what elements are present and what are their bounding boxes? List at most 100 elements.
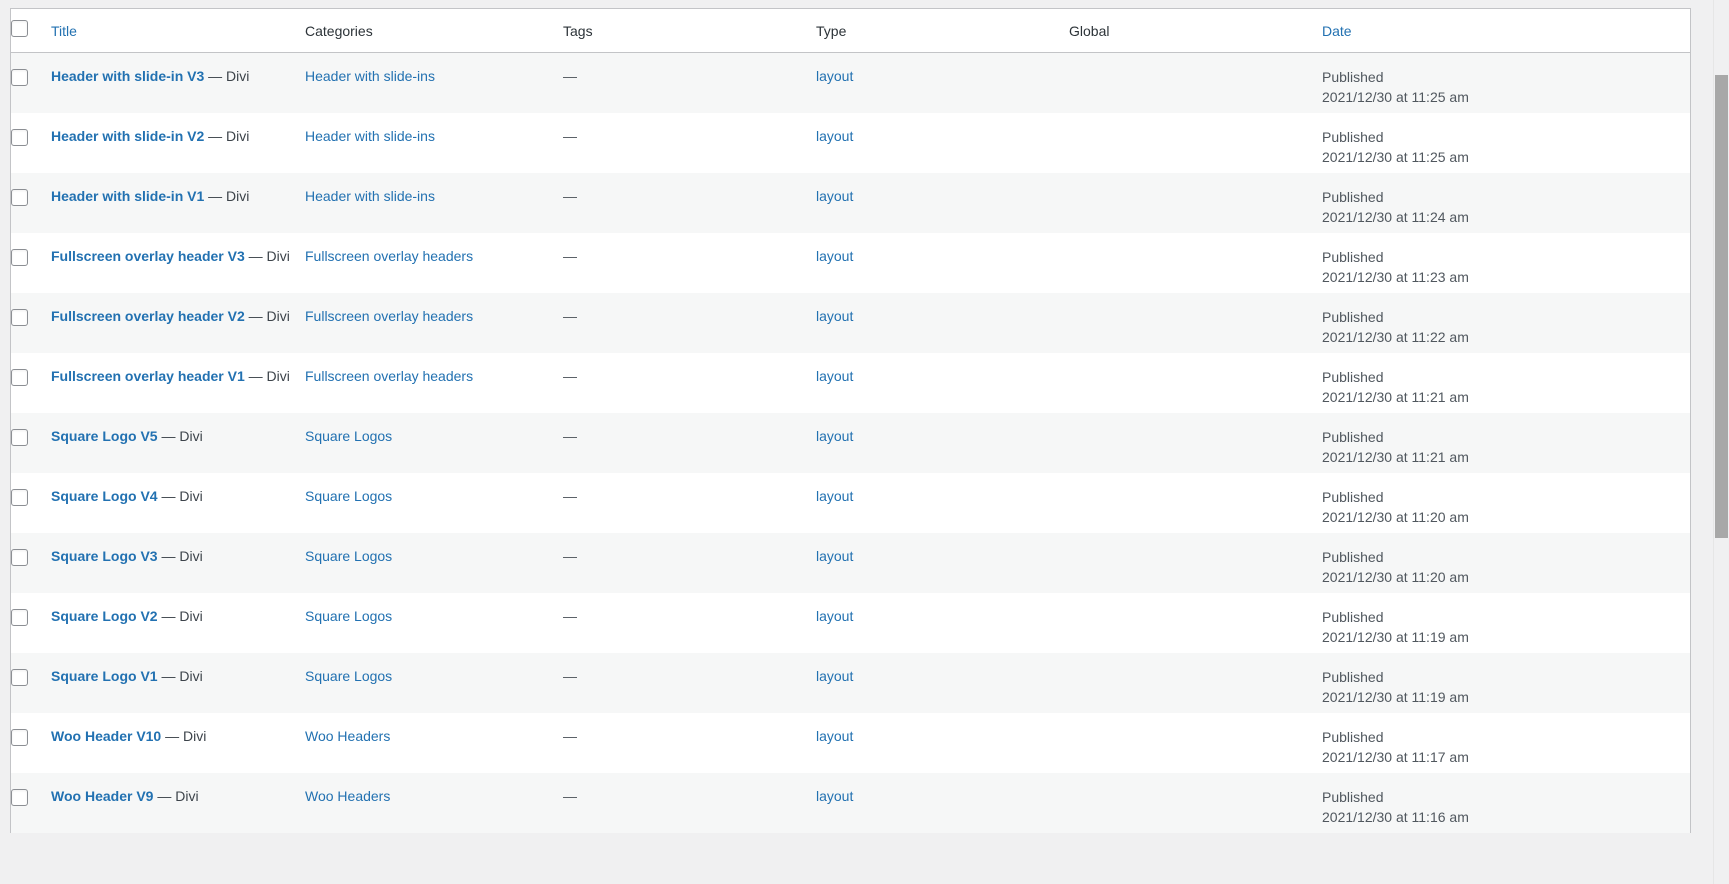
row-tags-empty: —	[563, 548, 577, 564]
table-row[interactable]: Square Logo V2 — DiviSquare Logos—layout…	[11, 593, 1690, 653]
row-select-checkbox[interactable]	[11, 249, 28, 266]
row-category-link[interactable]: Square Logos	[305, 608, 392, 624]
table-row[interactable]: Woo Header V10 — DiviWoo Headers—layoutP…	[11, 713, 1690, 773]
row-select-checkbox[interactable]	[11, 549, 28, 566]
row-type-link[interactable]: layout	[816, 128, 853, 144]
row-tags-empty: —	[563, 68, 577, 84]
row-category-link[interactable]: Fullscreen overlay headers	[305, 368, 473, 384]
column-header-date-link[interactable]: Date	[1322, 23, 1352, 39]
row-category-link[interactable]: Fullscreen overlay headers	[305, 248, 473, 264]
row-select-checkbox[interactable]	[11, 429, 28, 446]
row-title-link[interactable]: Fullscreen overlay header V3	[51, 248, 245, 264]
row-category-link[interactable]: Header with slide-ins	[305, 188, 435, 204]
row-select-checkbox[interactable]	[11, 609, 28, 626]
row-global-cell	[1069, 773, 1322, 833]
row-select-cell	[11, 593, 51, 653]
row-global-cell	[1069, 353, 1322, 413]
row-title: Square Logo V1 — Divi	[51, 668, 203, 684]
row-date-timestamp: 2021/12/30 at 11:17 am	[1322, 747, 1690, 767]
row-type-link[interactable]: layout	[816, 548, 853, 564]
select-all-checkbox[interactable]	[11, 20, 28, 37]
row-select-checkbox[interactable]	[11, 189, 28, 206]
row-type-link[interactable]: layout	[816, 488, 853, 504]
row-title-link[interactable]: Woo Header V10	[51, 728, 161, 744]
row-type-link[interactable]: layout	[816, 308, 853, 324]
row-title-link[interactable]: Header with slide-in V1	[51, 188, 204, 204]
table-row[interactable]: Fullscreen overlay header V2 — DiviFulls…	[11, 293, 1690, 353]
table-row[interactable]: Square Logo V1 — DiviSquare Logos—layout…	[11, 653, 1690, 713]
row-select-checkbox[interactable]	[11, 729, 28, 746]
row-select-checkbox[interactable]	[11, 309, 28, 326]
row-date-timestamp: 2021/12/30 at 11:24 am	[1322, 207, 1690, 227]
row-select-cell	[11, 113, 51, 173]
column-header-title-link[interactable]: Title	[51, 23, 77, 39]
table-row[interactable]: Header with slide-in V2 — DiviHeader wit…	[11, 113, 1690, 173]
row-tags-cell: —	[563, 353, 816, 413]
row-date-timestamp: 2021/12/30 at 11:21 am	[1322, 387, 1690, 407]
table-row[interactable]: Square Logo V3 — Divi Square Logos — layout…	[11, 533, 1690, 593]
row-title-link[interactable]: Fullscreen overlay header V2	[51, 308, 245, 324]
page-scrollbar-track[interactable]	[1713, 0, 1729, 884]
row-tags-empty: —	[563, 188, 577, 204]
row-category-link[interactable]: Woo Headers	[305, 788, 390, 804]
table-row[interactable]: Header with slide-in V1 — DiviHeader wit…	[11, 173, 1690, 233]
row-title-suffix: — Divi	[161, 728, 206, 744]
row-type-link[interactable]: layout	[816, 728, 853, 744]
row-category-link[interactable]: Header with slide-ins	[305, 68, 435, 84]
row-global-cell	[1069, 173, 1322, 233]
row-type-link[interactable]: layout	[816, 188, 853, 204]
row-category-link[interactable]: Square Logos	[305, 488, 392, 504]
row-category-link[interactable]: Square Logos	[305, 668, 392, 684]
row-category-link[interactable]: Square Logos	[305, 548, 392, 564]
row-date-timestamp: 2021/12/30 at 11:20 am	[1322, 567, 1690, 587]
row-title-link[interactable]: Square Logo V1	[51, 668, 158, 684]
row-title-link[interactable]: Square Logo V4	[51, 488, 158, 504]
row-select-checkbox[interactable]	[11, 489, 28, 506]
page-root: Title Categories Tags Type Global	[0, 0, 1729, 884]
column-header-date[interactable]: Date	[1322, 9, 1690, 53]
row-select-cell	[11, 53, 51, 113]
row-type-link[interactable]: layout	[816, 788, 853, 804]
row-select-cell	[11, 413, 51, 473]
row-category-link[interactable]: Header with slide-ins	[305, 128, 435, 144]
row-type-link[interactable]: layout	[816, 248, 853, 264]
row-title-cell: Fullscreen overlay header V1 — Divi	[51, 353, 305, 413]
row-title-link[interactable]: Header with slide-in V2	[51, 128, 204, 144]
row-category-link[interactable]: Woo Headers	[305, 728, 390, 744]
row-select-checkbox[interactable]	[11, 789, 28, 806]
row-title-link[interactable]: Square Logo V3	[51, 548, 158, 564]
row-title-link[interactable]: Square Logo V2	[51, 608, 158, 624]
row-type-link[interactable]: layout	[816, 68, 853, 84]
row-select-checkbox[interactable]	[11, 69, 28, 86]
row-categories-cell: Woo Headers	[305, 713, 563, 773]
row-category-link[interactable]: Square Logos	[305, 428, 392, 444]
row-type-link[interactable]: layout	[816, 428, 853, 444]
row-select-checkbox[interactable]	[11, 129, 28, 146]
table-row[interactable]: Square Logo V5 — DiviSquare Logos—layout…	[11, 413, 1690, 473]
page-scrollbar-thumb[interactable]	[1715, 75, 1728, 538]
row-date-cell: Published2021/12/30 at 11:23 am	[1322, 233, 1690, 293]
row-type-cell: layout	[816, 713, 1069, 773]
row-type-link[interactable]: layout	[816, 368, 853, 384]
table-header: Title Categories Tags Type Global	[11, 9, 1690, 53]
row-title-link[interactable]: Woo Header V9	[51, 788, 153, 804]
table-row[interactable]: Fullscreen overlay header V3 — DiviFulls…	[11, 233, 1690, 293]
row-type-cell: layout	[816, 593, 1069, 653]
row-title-suffix: — Divi	[245, 368, 290, 384]
row-type-link[interactable]: layout	[816, 668, 853, 684]
row-global-cell	[1069, 593, 1322, 653]
row-select-checkbox[interactable]	[11, 369, 28, 386]
table-row[interactable]: Woo Header V9 — DiviWoo Headers—layoutPu…	[11, 773, 1690, 833]
row-type-link[interactable]: layout	[816, 608, 853, 624]
row-title-suffix: — Divi	[158, 548, 203, 564]
row-title-link[interactable]: Square Logo V5	[51, 428, 158, 444]
row-tags-cell: —	[563, 113, 816, 173]
row-title-link[interactable]: Fullscreen overlay header V1	[51, 368, 245, 384]
column-header-title[interactable]: Title	[51, 9, 305, 53]
row-category-link[interactable]: Fullscreen overlay headers	[305, 308, 473, 324]
row-title-link[interactable]: Header with slide-in V3	[51, 68, 204, 84]
table-row[interactable]: Fullscreen overlay header V1 — DiviFulls…	[11, 353, 1690, 413]
table-row[interactable]: Header with slide-in V3 — DiviHeader wit…	[11, 53, 1690, 113]
row-select-checkbox[interactable]	[11, 669, 28, 686]
table-row[interactable]: Square Logo V4 — DiviSquare Logos—layout…	[11, 473, 1690, 533]
